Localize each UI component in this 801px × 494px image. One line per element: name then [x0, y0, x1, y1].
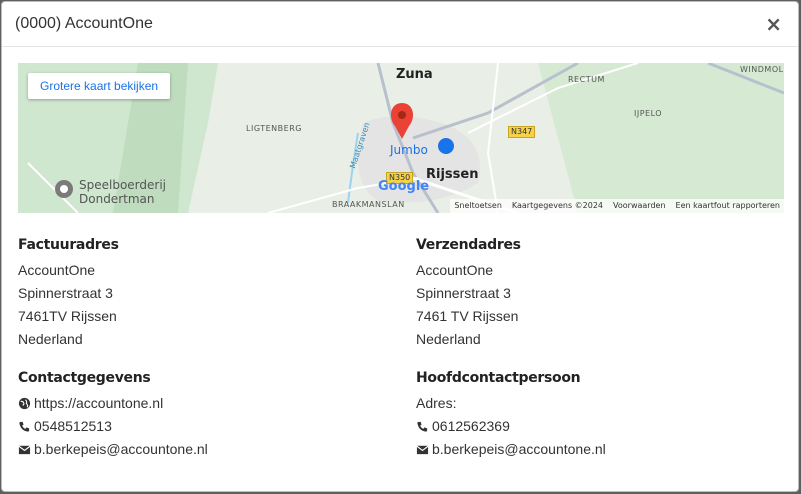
shipping-title: Verzendadres	[416, 237, 521, 253]
road-badge-n347: N347	[508, 126, 536, 138]
map-label-speelboerderij: Speelboerderij	[79, 178, 166, 192]
globe-icon	[18, 397, 31, 410]
phone-icon	[19, 421, 30, 432]
envelope-icon	[416, 445, 429, 455]
map-attribution: Sneltoetsen Kaartgegevens ©2024 Voorwaar…	[450, 199, 784, 213]
billing-line: Nederland	[18, 331, 83, 347]
billing-line: Spinnerstraat 3	[18, 285, 113, 301]
billing-line: 7461TV Rijssen	[18, 308, 117, 324]
phone-link[interactable]: 0548512513	[34, 415, 112, 438]
main-contact-title: Hoofdcontactpersoon	[416, 370, 581, 386]
terms-link[interactable]: Voorwaarden	[613, 199, 666, 213]
address-label: Adres:	[416, 395, 457, 411]
shortcuts-link[interactable]: Sneltoetsen	[454, 199, 502, 213]
close-icon[interactable]: ×	[765, 12, 782, 36]
phone-row: 0548512513	[18, 415, 208, 438]
billing-line: AccountOne	[18, 262, 96, 278]
map-embed[interactable]: Grotere kaart bekijken Zuna RECTUM WINDM…	[18, 63, 784, 213]
account-modal: (0000) AccountOne × Grotere kaart bekijk…	[1, 1, 799, 492]
modal-header: (0000) AccountOne ×	[2, 2, 798, 47]
website-row: https://accountone.nl	[18, 392, 208, 415]
map-data-text: Kaartgegevens ©2024	[511, 201, 604, 210]
map-label-rijssen: Rijssen	[426, 167, 479, 182]
shipping-line: 7461 TV Rijssen	[416, 308, 519, 324]
google-logo: Google	[378, 179, 430, 194]
modal-title: (0000) AccountOne	[15, 15, 153, 32]
map-label-windmolen: WINDMOL	[740, 65, 784, 74]
map-label-ijpelo: IJPELO	[634, 109, 663, 118]
shipping-line: Nederland	[416, 331, 481, 347]
map-label-dondertman: Dondertman	[79, 192, 155, 206]
website-link[interactable]: https://accountone.nl	[34, 392, 163, 415]
main-phone-row: 0612562369	[416, 415, 606, 438]
map-label-zuna: Zuna	[396, 67, 433, 82]
billing-title: Factuuradres	[18, 237, 119, 253]
shipping-line: Spinnerstraat 3	[416, 285, 511, 301]
shipping-line: AccountOne	[416, 262, 494, 278]
phone-icon	[417, 421, 428, 432]
report-error-link[interactable]: Een kaartfout rapporteren	[676, 199, 780, 213]
email-row: b.berkepeis@accountone.nl	[18, 438, 208, 461]
envelope-icon	[18, 445, 31, 455]
map-label-jumbo: Jumbo	[390, 143, 428, 157]
contact-title: Contactgegevens	[18, 370, 151, 386]
main-contact-section: Hoofdcontactpersoon Adres: 0612562369 b.…	[416, 368, 606, 461]
billing-address-section: Factuuradres AccountOne Spinnerstraat 3 …	[18, 235, 119, 351]
main-email-row: b.berkepeis@accountone.nl	[416, 438, 606, 461]
main-phone-link[interactable]: 0612562369	[432, 415, 510, 438]
main-email-link[interactable]: b.berkepeis@accountone.nl	[432, 438, 606, 461]
map-label-ligtenberg: LIGTENBERG	[246, 124, 302, 133]
map-label-braakmanslanden: BRAAKMANSLAN	[332, 200, 405, 209]
contact-section: Contactgegevens https://accountone.nl 05…	[18, 368, 208, 461]
email-link[interactable]: b.berkepeis@accountone.nl	[34, 438, 208, 461]
larger-map-button[interactable]: Grotere kaart bekijken	[28, 73, 171, 99]
map-label-rectum: RECTUM	[568, 75, 605, 84]
shipping-address-section: Verzendadres AccountOne Spinnerstraat 3 …	[416, 235, 521, 351]
